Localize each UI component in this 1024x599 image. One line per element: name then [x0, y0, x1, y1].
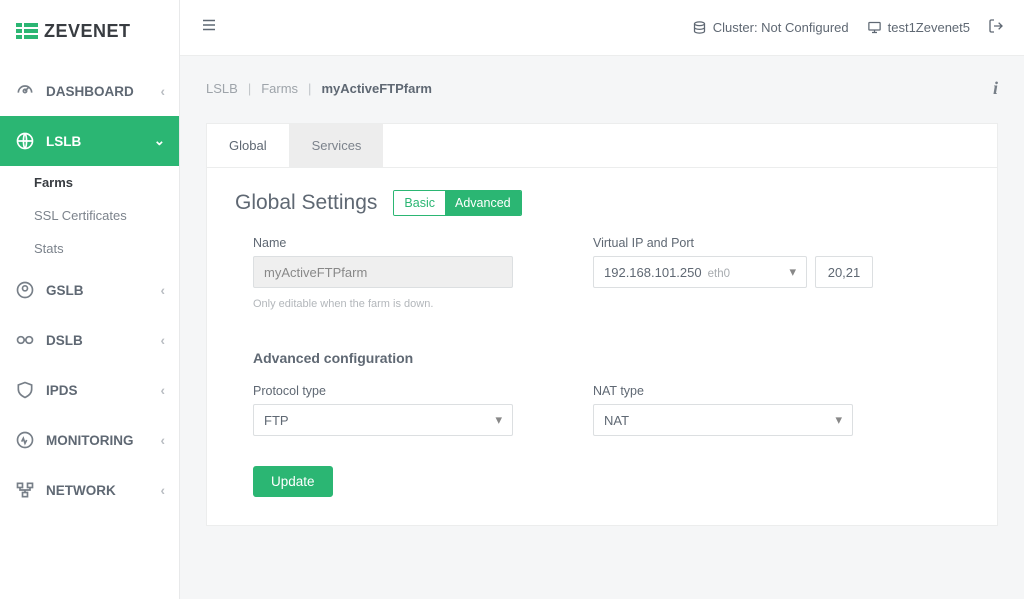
vip-iface: eth0 [708, 268, 730, 280]
info-icon[interactable]: i [993, 78, 998, 99]
shield-icon [14, 379, 36, 401]
nav-ipds[interactable]: IPDS ‹ [0, 365, 179, 415]
chevron-left-icon: ‹ [161, 283, 166, 298]
nav-label: DASHBOARD [46, 84, 134, 99]
database-icon [692, 20, 707, 35]
chevron-left-icon: ‹ [161, 333, 166, 348]
hamburger-icon[interactable] [200, 16, 218, 39]
cluster-label: Cluster: Not Configured [713, 20, 849, 35]
sidebar: ZEVENET DASHBOARD ‹ LSLB ⌄ Farms SSL Cer… [0, 0, 180, 599]
mode-basic[interactable]: Basic [394, 191, 445, 215]
nav-gslb[interactable]: GSLB ‹ [0, 265, 179, 315]
vip-select[interactable]: 192.168.101.250 eth0 ▾ [593, 256, 807, 288]
brand-logo: ZEVENET [0, 0, 179, 66]
nav-lslb[interactable]: LSLB ⌄ [0, 116, 179, 166]
network-icon [14, 479, 36, 501]
vip-value: 192.168.101.250 [604, 265, 702, 280]
vip-label: Virtual IP and Port [593, 236, 873, 250]
vip-port-input[interactable] [815, 256, 873, 288]
name-hint: Only editable when the farm is down. [253, 298, 513, 310]
settings-card: Global Services Global Settings Basic Ad… [206, 123, 998, 526]
name-input [253, 256, 513, 288]
breadcrumb-item[interactable]: LSLB [206, 81, 238, 96]
primary-nav: DASHBOARD ‹ LSLB ⌄ Farms SSL Certificate… [0, 66, 179, 515]
host-link[interactable]: test1Zevenet5 [867, 20, 970, 35]
caret-down-icon: ▾ [789, 264, 796, 280]
advanced-heading: Advanced configuration [253, 350, 951, 366]
host-name: test1Zevenet5 [888, 20, 970, 35]
chevron-left-icon: ‹ [161, 84, 166, 99]
proto-label: Protocol type [253, 384, 513, 398]
mode-toggle: Basic Advanced [393, 190, 521, 216]
update-button[interactable]: Update [253, 466, 333, 497]
nav-label: GSLB [46, 283, 84, 298]
logo-icon [16, 20, 38, 42]
nav-sub-ssl[interactable]: SSL Certificates [0, 199, 179, 232]
chevron-down-icon: ⌄ [154, 133, 165, 149]
nav-lslb-sub: Farms SSL Certificates Stats [0, 166, 179, 265]
nav-dslb[interactable]: DSLB ‹ [0, 315, 179, 365]
proto-value: FTP [264, 413, 289, 428]
caret-down-icon: ▾ [835, 412, 842, 428]
monitoring-icon [14, 429, 36, 451]
breadcrumb-item[interactable]: Farms [261, 81, 298, 96]
nav-network[interactable]: NETWORK ‹ [0, 465, 179, 515]
breadcrumb: LSLB | Farms | myActiveFTPfarm i [206, 78, 998, 99]
nav-label: DSLB [46, 333, 83, 348]
nat-select[interactable]: NAT ▾ [593, 404, 853, 436]
geo-icon [14, 279, 36, 301]
breadcrumb-sep: | [248, 81, 251, 96]
chevron-left-icon: ‹ [161, 383, 166, 398]
tab-global[interactable]: Global [207, 124, 290, 167]
nav-sub-farms[interactable]: Farms [0, 166, 179, 199]
gauge-icon [14, 80, 36, 102]
nav-dashboard[interactable]: DASHBOARD ‹ [0, 66, 179, 116]
globe-icon [14, 130, 36, 152]
nat-label: NAT type [593, 384, 853, 398]
nav-label: LSLB [46, 134, 81, 149]
logout-icon[interactable] [988, 18, 1004, 37]
breadcrumb-sep: | [308, 81, 311, 96]
nav-label: IPDS [46, 383, 78, 398]
caret-down-icon: ▾ [495, 412, 502, 428]
main: Cluster: Not Configured test1Zevenet5 LS… [180, 0, 1024, 599]
nav-sub-stats[interactable]: Stats [0, 232, 179, 265]
monitor-icon [867, 20, 882, 35]
nat-value: NAT [604, 413, 629, 428]
nav-label: NETWORK [46, 483, 116, 498]
nav-label: MONITORING [46, 433, 134, 448]
chevron-left-icon: ‹ [161, 433, 166, 448]
chevron-left-icon: ‹ [161, 483, 166, 498]
link-icon [14, 329, 36, 351]
card-tabs: Global Services [207, 124, 997, 168]
mode-advanced[interactable]: Advanced [445, 191, 521, 215]
tab-services[interactable]: Services [290, 124, 384, 167]
proto-select[interactable]: FTP ▾ [253, 404, 513, 436]
breadcrumb-current: myActiveFTPfarm [321, 81, 432, 96]
brand-name: ZEVENET [44, 21, 131, 42]
section-title: Global Settings [235, 191, 377, 215]
content: LSLB | Farms | myActiveFTPfarm i Global … [180, 56, 1024, 548]
name-label: Name [253, 236, 513, 250]
nav-monitoring[interactable]: MONITORING ‹ [0, 415, 179, 465]
cluster-status[interactable]: Cluster: Not Configured [692, 20, 849, 35]
topbar: Cluster: Not Configured test1Zevenet5 [180, 0, 1024, 56]
